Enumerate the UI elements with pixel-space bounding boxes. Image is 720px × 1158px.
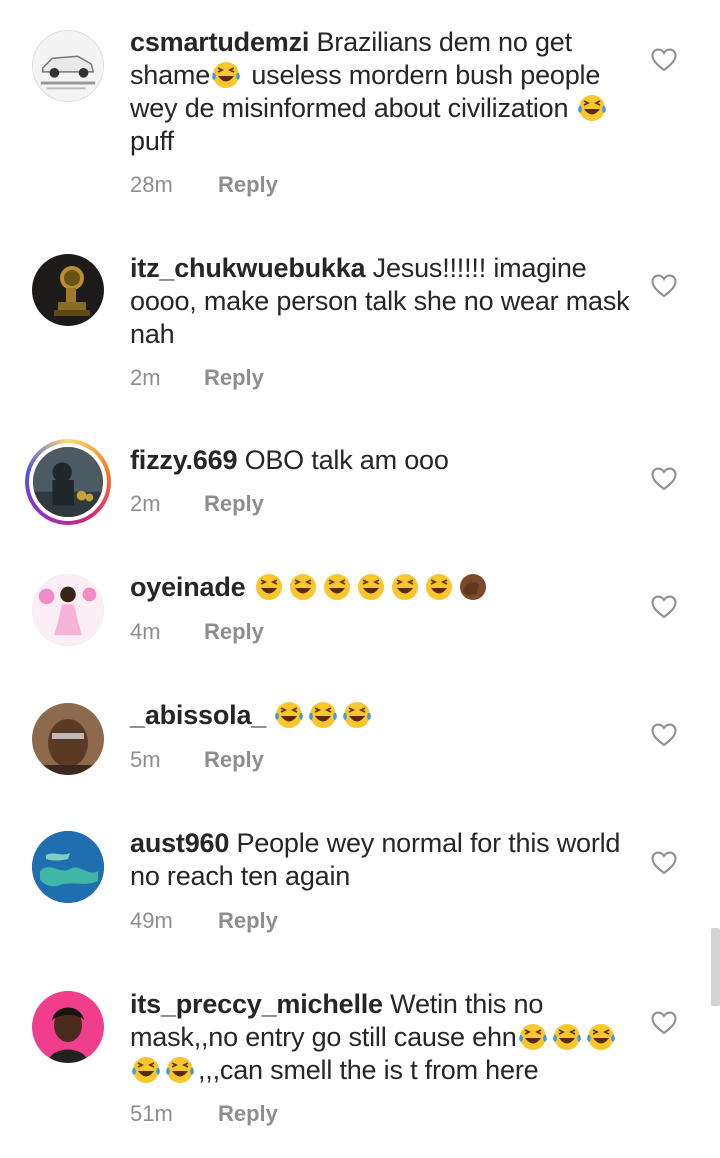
comment-text: csmartudemzi Brazilians dem no get shame…: [130, 26, 630, 158]
comment-time: 2m: [130, 365, 161, 390]
tears-of-joy-emoji-icon: [132, 1057, 160, 1083]
grinning-squinting-emoji-icon: [391, 574, 418, 600]
heart-outline-icon[interactable]: [651, 851, 677, 875]
tears-of-joy-emoji-icon: [343, 702, 372, 728]
comment-time: 49m: [130, 908, 173, 933]
reply-button[interactable]: Reply: [218, 908, 278, 934]
heart-outline-icon[interactable]: [651, 595, 677, 619]
comment-body-text: OBO talk am ooo: [237, 445, 449, 475]
car-photo-avatar[interactable]: [32, 30, 104, 102]
comment-text: oyeinade: [130, 571, 630, 604]
tears-of-joy-emoji-icon: [586, 1024, 615, 1050]
tears-of-joy-emoji-icon: [212, 62, 240, 88]
reply-button[interactable]: Reply: [204, 619, 264, 645]
comment-time: 28m: [130, 172, 173, 197]
reply-button[interactable]: Reply: [218, 1101, 278, 1127]
comment-username[interactable]: _abissola_: [130, 700, 266, 730]
heart-outline-icon[interactable]: [651, 1011, 677, 1035]
comment-username[interactable]: aust960: [130, 828, 229, 858]
tears-of-joy-emoji-icon: [518, 1024, 547, 1050]
comment-body-text: [266, 700, 273, 730]
woman-portrait-avatar[interactable]: [32, 991, 104, 1063]
heart-outline-icon[interactable]: [651, 274, 677, 298]
comment-time: 4m: [130, 619, 161, 644]
grinning-squinting-emoji-icon: [289, 574, 316, 600]
tears-of-joy-emoji-icon: [309, 702, 338, 728]
comment-username[interactable]: itz_chukwuebukka: [130, 253, 366, 283]
tears-of-joy-emoji-icon: [166, 1057, 194, 1083]
comment-text: aust960 People wey normal for this world…: [130, 827, 630, 893]
comment-username[interactable]: fizzy.669: [130, 445, 237, 475]
heart-outline-icon[interactable]: [651, 48, 677, 72]
comment-meta: 2m Reply: [130, 365, 264, 391]
grammy-trophy-avatar[interactable]: [32, 254, 104, 326]
dark-figure-avatar[interactable]: [25, 439, 111, 525]
grinning-squinting-emoji-icon: [323, 574, 350, 600]
comment-text: fizzy.669 OBO talk am ooo: [130, 444, 630, 477]
comment-time: 5m: [130, 747, 161, 772]
heart-outline-icon[interactable]: [651, 467, 677, 491]
comment-meta: 2m Reply: [130, 491, 264, 517]
grinning-squinting-emoji-icon: [357, 574, 384, 600]
reply-button[interactable]: Reply: [204, 365, 264, 391]
tears-of-joy-emoji-icon: [275, 702, 304, 728]
comment-body-text: puff: [130, 126, 174, 156]
reply-button[interactable]: Reply: [204, 491, 264, 517]
comment-text: itz_chukwuebukka Jesus!!!!!! imagine ooo…: [130, 252, 630, 351]
tears-of-joy-emoji-icon: [577, 95, 606, 121]
comment-username[interactable]: csmartudemzi: [130, 27, 309, 57]
comment-text: _abissola_: [130, 699, 630, 732]
woman-selfie-avatar[interactable]: [32, 703, 104, 775]
reply-button[interactable]: Reply: [204, 747, 264, 773]
comment-username[interactable]: oyeinade: [130, 572, 246, 602]
comment-time: 2m: [130, 491, 161, 516]
heart-outline-icon[interactable]: [651, 723, 677, 747]
scrollbar-thumb[interactable]: [711, 928, 720, 1006]
comment-meta: 4m Reply: [130, 619, 264, 645]
grinning-squinting-emoji-icon: [255, 574, 282, 600]
comment-time: 51m: [130, 1101, 173, 1126]
comment-meta: 51m Reply: [130, 1101, 278, 1127]
grinning-squinting-emoji-icon: [425, 574, 452, 600]
tears-of-joy-emoji-icon: [552, 1024, 581, 1050]
comment-body-text: ,,,can smell the is t from here: [198, 1055, 539, 1085]
comment-username[interactable]: its_preccy_michelle: [130, 989, 383, 1019]
comment-meta: 49m Reply: [130, 908, 278, 934]
comment-meta: 28m Reply: [130, 172, 278, 198]
comment-meta: 5m Reply: [130, 747, 264, 773]
child-pink-dress-avatar[interactable]: [32, 574, 104, 646]
facepalm-emoji-icon: [459, 574, 486, 600]
comment-text: its_preccy_michelle Wetin this no mask,,…: [130, 988, 630, 1087]
earth-globe-avatar[interactable]: [32, 831, 104, 903]
reply-button[interactable]: Reply: [218, 172, 278, 198]
comment-body-text: [245, 572, 252, 602]
